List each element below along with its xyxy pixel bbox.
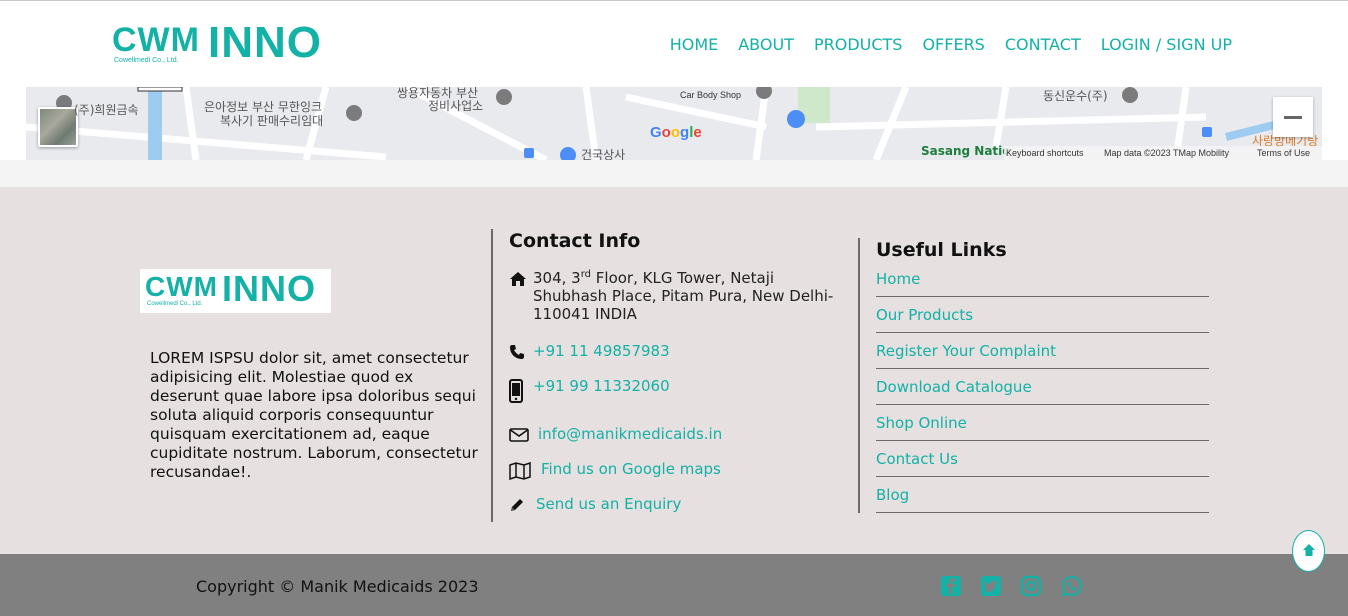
google-maps-link[interactable]: Find us on Google maps bbox=[541, 460, 721, 478]
copyright-bar: Copyright © Manik Medicaids 2023 bbox=[0, 554, 1348, 616]
useful-link-shop-online[interactable]: Shop Online bbox=[876, 405, 1209, 441]
logo-tagline: Cowellmedi Co., Ltd. bbox=[114, 57, 179, 64]
useful-links-heading: Useful Links bbox=[876, 239, 1007, 261]
map-place-label: 건국상사 bbox=[581, 148, 626, 160]
terms-of-use-link[interactable]: Terms of Use bbox=[1257, 148, 1310, 158]
map-place-label: Car Body Shop bbox=[680, 90, 742, 100]
map-place-label: 복사기 판매수리임대 bbox=[220, 114, 324, 128]
column-divider bbox=[858, 238, 860, 513]
contact-info-heading: Contact Info bbox=[509, 230, 641, 252]
footer-logo[interactable]: CWM INNO Cowellmedi Co., Ltd. bbox=[140, 269, 331, 313]
map-place-label: Sasang Natio bbox=[921, 144, 1011, 158]
contact-email[interactable]: info@manikmedicaids.in bbox=[509, 425, 722, 443]
map-data-text: Map data ©2023 TMap Mobility bbox=[1104, 148, 1230, 158]
nav-offers[interactable]: OFFERS bbox=[922, 35, 984, 55]
logo-tagline: Cowellmedi Co., Ltd. bbox=[147, 301, 203, 307]
google-logo: Google bbox=[650, 124, 702, 141]
whatsapp-icon[interactable] bbox=[1061, 575, 1083, 597]
map-icon bbox=[509, 460, 533, 480]
enquiry-link[interactable]: Send us an Enquiry bbox=[536, 495, 681, 513]
contact-map-link[interactable]: Find us on Google maps bbox=[509, 460, 721, 480]
useful-link-download-catalogue[interactable]: Download Catalogue bbox=[876, 369, 1209, 405]
map-section-spacer bbox=[0, 160, 1348, 187]
contact-address: 304, 3rd Floor, KLG Tower, Netaji Shubha… bbox=[509, 269, 843, 323]
contact-enquiry[interactable]: Send us an Enquiry bbox=[509, 495, 681, 513]
nav-home[interactable]: HOME bbox=[670, 35, 719, 55]
home-icon bbox=[509, 269, 533, 287]
column-divider bbox=[491, 229, 493, 522]
mobile-icon bbox=[509, 377, 533, 403]
arrow-up-icon bbox=[1302, 542, 1316, 561]
nav-about[interactable]: ABOUT bbox=[738, 35, 794, 55]
keyboard-shortcuts-link[interactable]: Keyboard shortcuts bbox=[1006, 148, 1084, 158]
phone-number[interactable]: +91 11 49857983 bbox=[533, 342, 670, 360]
mobile-number[interactable]: +91 99 11332060 bbox=[533, 377, 670, 395]
site-footer: CWM INNO Cowellmedi Co., Ltd. LOREM ISPS… bbox=[0, 187, 1348, 554]
useful-link-register-complaint[interactable]: Register Your Complaint bbox=[876, 333, 1209, 369]
map-place-label: 동신운수(주) bbox=[1043, 89, 1108, 103]
twitter-icon[interactable] bbox=[980, 575, 1002, 597]
logo-inno-text: INNO bbox=[208, 18, 322, 67]
logo-cwm-text: CWM bbox=[112, 21, 200, 59]
copyright-text: Copyright © Manik Medicaids 2023 bbox=[196, 577, 479, 596]
email-address[interactable]: info@manikmedicaids.in bbox=[538, 425, 722, 443]
phone-icon bbox=[509, 342, 533, 360]
nav-login-signup[interactable]: LOGIN / SIGN UP bbox=[1101, 35, 1232, 55]
useful-links-list: Home Our Products Register Your Complain… bbox=[876, 261, 1209, 513]
pencil-icon bbox=[509, 495, 533, 513]
address-part: 304, 3 bbox=[533, 269, 581, 287]
scroll-to-top-button[interactable] bbox=[1292, 530, 1325, 572]
useful-link-home[interactable]: Home bbox=[876, 261, 1209, 297]
main-nav: HOME ABOUT PRODUCTS OFFERS CONTACT LOGIN… bbox=[670, 35, 1232, 55]
map-place-label: (주)희원금속 bbox=[74, 103, 139, 117]
nav-contact[interactable]: CONTACT bbox=[1005, 35, 1081, 55]
map-zoom-out-button[interactable] bbox=[1273, 97, 1313, 137]
footer-about-text: LOREM ISPSU dolor sit, amet consectetur … bbox=[150, 349, 478, 481]
useful-link-contact-us[interactable]: Contact Us bbox=[876, 441, 1209, 477]
useful-link-blog[interactable]: Blog bbox=[876, 477, 1209, 513]
logo-inno-text: INNO bbox=[222, 268, 316, 309]
envelope-icon bbox=[509, 425, 533, 443]
satellite-toggle[interactable] bbox=[38, 107, 78, 147]
contact-phone[interactable]: +91 11 49857983 bbox=[509, 342, 670, 360]
logo-cwm-text: CWM bbox=[145, 271, 218, 302]
contact-mobile[interactable]: +91 99 11332060 bbox=[509, 377, 670, 403]
useful-link-our-products[interactable]: Our Products bbox=[876, 297, 1209, 333]
embedded-map[interactable]: (주)희원금속 은아정보 부산 무한잉크 복사기 판매수리임대 쌍용자동차 부산… bbox=[26, 87, 1322, 160]
map-place-label: 정비사업소 bbox=[428, 99, 484, 113]
map-place-label: 은아정보 부산 무한잉크 bbox=[204, 100, 323, 114]
address-superscript: rd bbox=[580, 269, 592, 280]
minus-icon bbox=[1284, 115, 1302, 119]
nav-products[interactable]: PRODUCTS bbox=[814, 35, 903, 55]
map-attribution: Keyboard shortcuts Map data ©2023 TMap M… bbox=[1004, 146, 1322, 160]
instagram-icon[interactable] bbox=[1020, 575, 1042, 597]
site-header: CWM INNO Cowellmedi Co., Ltd. HOME ABOUT… bbox=[0, 0, 1348, 87]
site-logo[interactable]: CWM INNO Cowellmedi Co., Ltd. bbox=[112, 21, 352, 69]
facebook-icon[interactable] bbox=[940, 575, 962, 597]
